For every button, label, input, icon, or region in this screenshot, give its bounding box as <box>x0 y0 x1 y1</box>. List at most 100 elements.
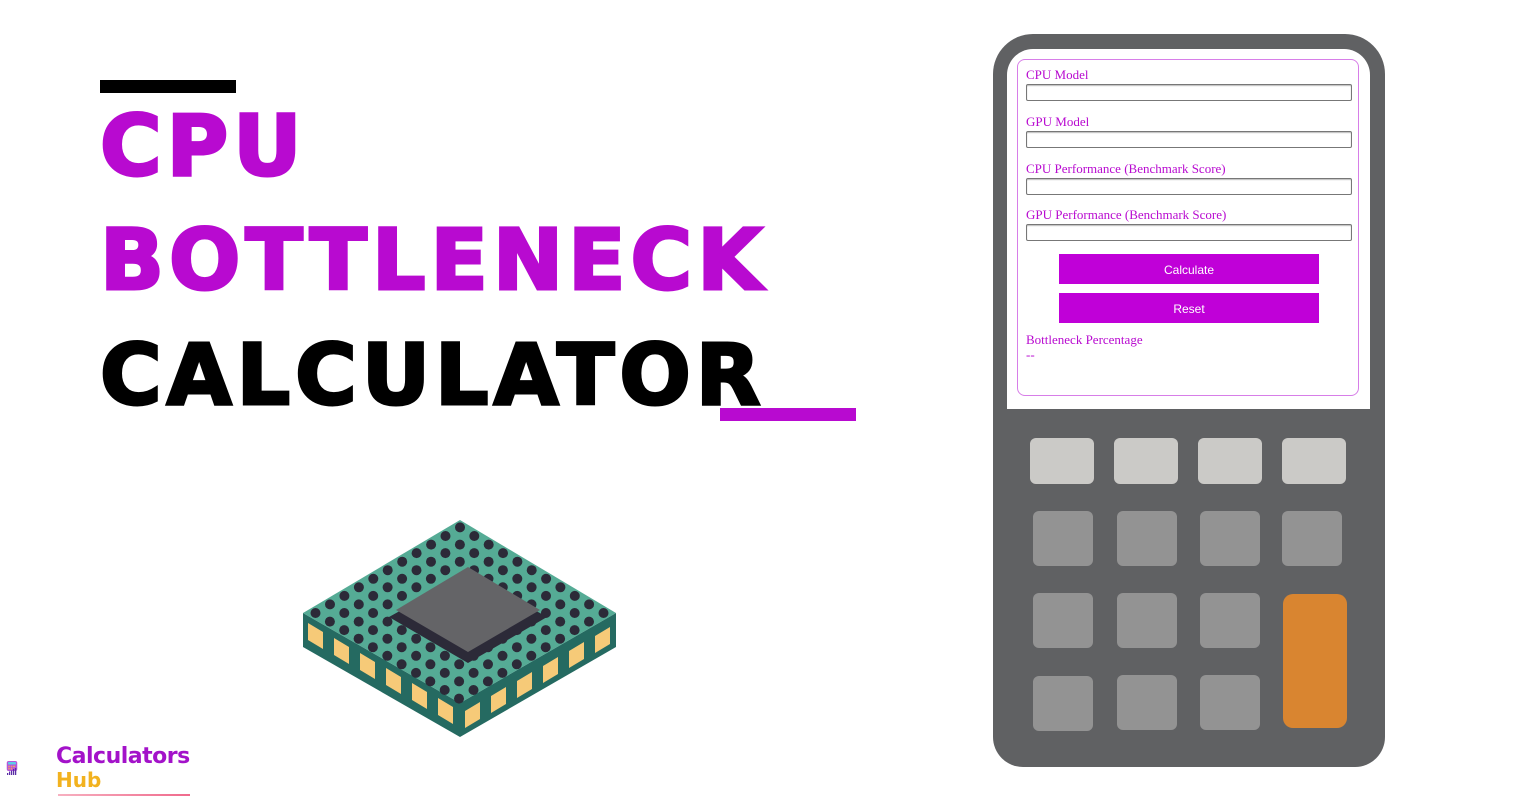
chip-contact-dot <box>584 616 594 627</box>
chip-contact-dot <box>368 608 379 618</box>
gpu-model-label: GPU Model <box>1026 114 1090 129</box>
gpu-model-input[interactable] <box>1026 131 1352 148</box>
chip-contact-dot <box>497 650 508 661</box>
chip-contact-dot <box>353 599 364 610</box>
reset-button[interactable]: Reset <box>1059 293 1319 323</box>
bottleneck-percentage-value: -- <box>1026 347 1035 362</box>
chip-contact-dot <box>511 659 522 670</box>
chip-contact-dot <box>397 556 408 567</box>
keypad-key <box>1200 593 1260 648</box>
cpu-performance-input[interactable] <box>1026 178 1352 195</box>
keypad-key <box>1117 511 1177 566</box>
gpu-performance-label: GPU Performance (Benchmark Score) <box>1026 207 1227 222</box>
chip-contact-dot <box>425 573 436 584</box>
chip-contact-dot <box>440 531 451 541</box>
cpu-chip-icon <box>303 520 616 737</box>
keypad-key <box>1033 593 1093 648</box>
chip-contact-dot <box>498 548 508 559</box>
chip-contact-dot <box>526 565 537 576</box>
chip-contact-dot <box>396 642 407 653</box>
chip-contact-dot <box>569 625 580 636</box>
chip-contact-dot <box>526 582 537 593</box>
chip-contact-dot <box>339 590 350 601</box>
gpu-performance-input[interactable] <box>1026 224 1352 241</box>
chip-contact-dot <box>426 556 436 567</box>
keypad-key <box>1117 675 1177 730</box>
cpu-performance-label: CPU Performance (Benchmark Score) <box>1026 161 1226 176</box>
chip-contact-dot <box>569 608 580 618</box>
chip-contact-dot <box>497 565 508 576</box>
cpu-model-label: CPU Model <box>1026 67 1089 82</box>
chip-contact-dot <box>411 633 422 644</box>
chip-contact-dot <box>598 608 609 618</box>
chip-contact-dot <box>439 650 450 661</box>
chip-contact-dot <box>483 556 494 567</box>
chip-contact-dot <box>382 633 393 644</box>
keypad-key <box>1117 593 1177 648</box>
bottleneck-percentage-label: Bottleneck Percentage <box>1026 332 1143 347</box>
calculate-button[interactable]: Calculate <box>1059 254 1319 284</box>
chip-contact-dot <box>367 642 378 653</box>
chip-contact-dot <box>411 667 421 678</box>
chip-contact-dot <box>469 548 480 559</box>
logo-underline <box>58 794 190 796</box>
keypad-key <box>1282 511 1342 566</box>
chip-contact-dot <box>483 659 493 670</box>
chip-contact-dot <box>511 642 522 653</box>
chip-contact-dot <box>541 573 552 584</box>
chip-contact-dot <box>310 608 321 618</box>
chip-contact-dot <box>497 667 508 678</box>
chip-contact-dot <box>454 693 464 704</box>
chip-contact-dot <box>353 582 364 593</box>
page-title-line-2: BOTTLENECK <box>98 211 768 309</box>
logo-text-hub: Hub <box>56 768 102 792</box>
chip-contact-dot <box>512 556 523 567</box>
chip-contact-dot <box>483 539 494 550</box>
chip-contact-dot <box>512 573 523 584</box>
chip-contact-dot <box>555 633 566 644</box>
chip-contact-dot <box>440 565 451 576</box>
chip-contact-dot <box>411 582 422 593</box>
chip-contact-dot <box>526 633 537 644</box>
title-decoration-bar-top <box>100 80 236 93</box>
keypad-key <box>1033 511 1093 566</box>
chip-contact-dot <box>540 625 551 636</box>
chip-contact-dot <box>541 590 551 601</box>
page-title-line-1: CPU <box>98 97 307 195</box>
chip-contact-dot <box>382 650 393 661</box>
chip-contact-dot <box>440 548 451 559</box>
cpu-model-input[interactable] <box>1026 84 1352 101</box>
chip-contact-dot <box>382 565 393 576</box>
chip-contact-dot <box>324 616 335 627</box>
chip-contact-dot <box>396 659 407 670</box>
chip-contact-dot <box>382 582 393 593</box>
chip-contact-dot <box>454 539 465 550</box>
calculators-hub-logo-icon <box>6 761 18 775</box>
page-title-line-3: CALCULATOR <box>98 326 766 424</box>
keypad-key-equals <box>1283 594 1347 728</box>
chip-contact-dot <box>397 573 408 584</box>
chip-contact-dot <box>425 659 436 670</box>
chip-contact-dot <box>426 539 437 550</box>
chip-contact-dot <box>540 642 551 653</box>
keypad-key <box>1200 675 1260 730</box>
chip-contact-dot <box>555 599 566 610</box>
chip-contact-dot <box>555 616 566 627</box>
chip-contact-dot <box>411 650 422 661</box>
chip-contact-dot <box>368 573 379 584</box>
keypad-key <box>1114 438 1178 484</box>
chip-contact-dot <box>469 531 480 541</box>
chip-contact-dot <box>569 590 580 601</box>
chip-contact-dot <box>454 659 465 670</box>
chip-contact-dot <box>325 599 335 610</box>
keypad-key <box>1198 438 1262 484</box>
chip-contact-dot <box>396 625 407 636</box>
chip-contact-dot <box>482 676 493 687</box>
keypad-key <box>1200 511 1260 566</box>
chip-contact-dot <box>339 625 350 636</box>
chip-contact-dot <box>468 667 479 678</box>
chip-contact-dot <box>368 590 379 601</box>
chip-contact-dot <box>353 633 364 644</box>
logo-text-calculators: Calculators <box>56 744 190 769</box>
chip-contact-dot <box>439 685 450 695</box>
